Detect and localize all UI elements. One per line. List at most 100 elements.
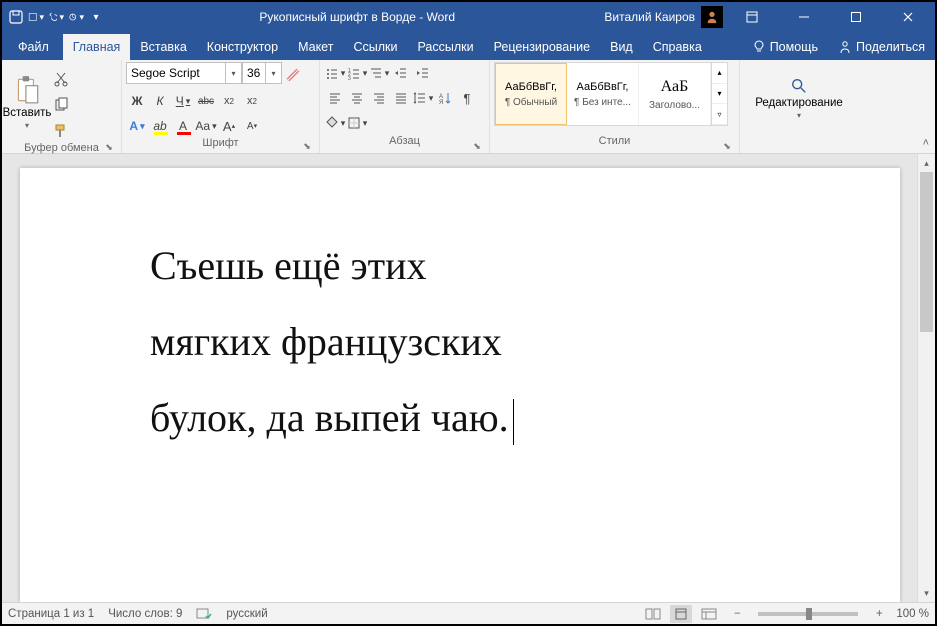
- decrease-indent-button[interactable]: [390, 62, 412, 84]
- strikethrough-button[interactable]: abc: [195, 90, 217, 112]
- web-layout-icon[interactable]: [698, 605, 720, 623]
- style-heading1[interactable]: АаБ Заголово...: [639, 63, 711, 125]
- clear-formatting-icon[interactable]: [282, 64, 304, 86]
- tab-layout[interactable]: Макет: [288, 34, 343, 60]
- page-indicator[interactable]: Страница 1 из 1: [8, 608, 94, 620]
- show-marks-button[interactable]: ¶: [456, 87, 478, 109]
- copy-icon[interactable]: [50, 94, 72, 116]
- clipboard-dialog-launcher[interactable]: ⬊: [103, 141, 115, 153]
- tell-me[interactable]: Помощь: [742, 34, 828, 60]
- zoom-out-button[interactable]: −: [726, 605, 748, 623]
- tab-view[interactable]: Вид: [600, 34, 643, 60]
- cut-icon[interactable]: [50, 68, 72, 90]
- styles-dialog-launcher[interactable]: ⬊: [721, 140, 733, 152]
- style-normal-sample: АаБбВвГг,: [505, 81, 557, 93]
- font-name-combo[interactable]: Segoe Script ▾: [126, 62, 242, 84]
- scroll-up-icon[interactable]: ▴: [918, 154, 935, 172]
- change-case-button[interactable]: Aa: [195, 115, 217, 137]
- user-avatar[interactable]: [701, 6, 723, 28]
- share-button[interactable]: Поделиться: [828, 34, 935, 60]
- tab-mailings[interactable]: Рассылки: [407, 34, 483, 60]
- grow-font-button[interactable]: A▴: [218, 115, 240, 137]
- autosave-icon[interactable]: [8, 9, 24, 25]
- read-mode-icon[interactable]: [642, 605, 664, 623]
- ribbon-display-options-icon[interactable]: [729, 2, 775, 32]
- tab-help[interactable]: Справка: [643, 34, 712, 60]
- maximize-button[interactable]: [833, 2, 879, 32]
- tab-references[interactable]: Ссылки: [343, 34, 407, 60]
- font-size-combo[interactable]: 36 ▾: [242, 62, 282, 84]
- document-title: Рукописный шрифт в Ворде - Word: [110, 10, 604, 24]
- increase-indent-button[interactable]: [412, 62, 434, 84]
- scroll-thumb[interactable]: [920, 172, 933, 332]
- minimize-button[interactable]: [781, 2, 827, 32]
- page[interactable]: Съешь ещё этих мягких французских булок,…: [20, 168, 900, 602]
- editing-button[interactable]: Редактирование ▾: [744, 62, 854, 135]
- borders-button[interactable]: [346, 112, 368, 134]
- underline-button[interactable]: Ч: [172, 90, 194, 112]
- font-size-value[interactable]: 36: [242, 62, 266, 84]
- spellcheck-icon[interactable]: [196, 607, 212, 621]
- language-indicator[interactable]: русский: [226, 608, 267, 620]
- style-normal[interactable]: АаБбВвГг, ¶ Обычный: [495, 63, 567, 125]
- vertical-scrollbar[interactable]: ▴ ▾: [917, 154, 935, 602]
- numbering-button[interactable]: 123: [346, 62, 368, 84]
- shading-button[interactable]: [324, 112, 346, 134]
- scroll-track[interactable]: [918, 172, 935, 584]
- gallery-up-icon[interactable]: ▴: [712, 63, 727, 84]
- gallery-down-icon[interactable]: ▾: [712, 84, 727, 105]
- zoom-level[interactable]: 100 %: [896, 608, 929, 620]
- undo-icon[interactable]: [48, 9, 64, 25]
- highlight-button[interactable]: ab: [149, 115, 171, 137]
- qat-overflow-icon[interactable]: ▾: [88, 9, 104, 25]
- redo-icon[interactable]: [68, 9, 84, 25]
- close-button[interactable]: [885, 2, 931, 32]
- font-group-label: Шрифт: [202, 137, 238, 149]
- format-painter-icon[interactable]: [50, 120, 72, 142]
- style-no-spacing[interactable]: АаБбВвГг, ¶ Без инте...: [567, 63, 639, 125]
- tab-home[interactable]: Главная: [63, 34, 131, 60]
- tab-insert[interactable]: Вставка: [130, 34, 196, 60]
- tab-file[interactable]: Файл: [4, 34, 63, 60]
- zoom-slider-handle[interactable]: [806, 608, 812, 620]
- superscript-button[interactable]: x2: [241, 90, 263, 112]
- font-size-dropdown-icon[interactable]: ▾: [266, 62, 282, 84]
- document-text[interactable]: Съешь ещё этих мягких французских булок,…: [150, 228, 790, 456]
- paste-label: Вставить: [3, 107, 52, 119]
- word-count[interactable]: Число слов: 9: [108, 608, 182, 620]
- gallery-more-icon[interactable]: ▿: [712, 104, 727, 125]
- svg-text:Я: Я: [439, 100, 443, 105]
- share-label: Поделиться: [856, 40, 925, 54]
- font-name-value[interactable]: Segoe Script: [126, 62, 226, 84]
- bold-button[interactable]: Ж: [126, 90, 148, 112]
- text-effects-button[interactable]: A: [126, 115, 148, 137]
- multilevel-list-button[interactable]: [368, 62, 390, 84]
- collapse-ribbon-icon[interactable]: ˄: [923, 137, 929, 149]
- scroll-down-icon[interactable]: ▾: [918, 584, 935, 602]
- font-name-dropdown-icon[interactable]: ▾: [226, 62, 242, 84]
- align-right-button[interactable]: [368, 87, 390, 109]
- italic-button[interactable]: К: [149, 90, 171, 112]
- zoom-in-button[interactable]: +: [868, 605, 890, 623]
- font-dialog-launcher[interactable]: ⬊: [301, 140, 313, 152]
- paragraph-dialog-launcher[interactable]: ⬊: [471, 140, 483, 152]
- font-color-button[interactable]: A: [172, 115, 194, 137]
- print-layout-icon[interactable]: [670, 605, 692, 623]
- tab-review[interactable]: Рецензирование: [484, 34, 601, 60]
- user-name[interactable]: Виталий Каиров: [604, 10, 695, 24]
- sort-button[interactable]: AЯ: [434, 87, 456, 109]
- align-center-button[interactable]: [346, 87, 368, 109]
- subscript-button[interactable]: x2: [218, 90, 240, 112]
- status-bar: Страница 1 из 1 Число слов: 9 русский − …: [2, 602, 935, 624]
- line-spacing-button[interactable]: [412, 87, 434, 109]
- save-icon[interactable]: [28, 9, 44, 25]
- shrink-font-button[interactable]: A▾: [241, 115, 263, 137]
- align-left-button[interactable]: [324, 87, 346, 109]
- title-bar: ▾ Рукописный шрифт в Ворде - Word Витали…: [2, 2, 935, 32]
- paste-button[interactable]: Вставить ▾: [6, 62, 48, 142]
- bullets-button[interactable]: [324, 62, 346, 84]
- tab-design[interactable]: Конструктор: [197, 34, 288, 60]
- style-heading1-sample: АаБ: [661, 78, 689, 96]
- justify-button[interactable]: [390, 87, 412, 109]
- zoom-slider[interactable]: [758, 612, 858, 616]
